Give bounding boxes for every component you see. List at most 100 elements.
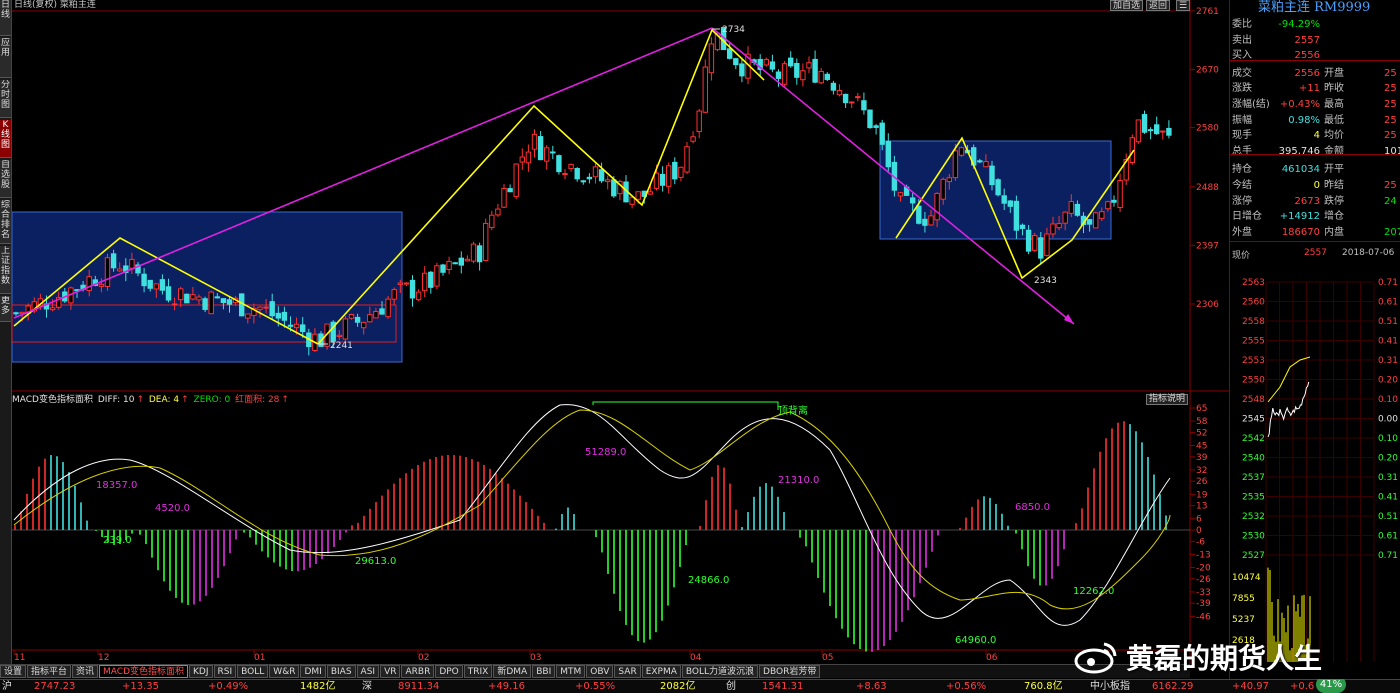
quote-value: 0.98%	[1288, 114, 1320, 126]
candle-body	[1025, 229, 1032, 252]
intraday-label: 现价	[1232, 251, 1251, 261]
tab-10[interactable]: ASI	[356, 665, 380, 678]
tab-22[interactable]: DBOR岩芳带	[759, 665, 821, 678]
quote-row: 总手 395,746 金额 101.0	[1230, 144, 1400, 159]
weibo-logo-icon	[1074, 642, 1117, 674]
cy-value: 1541.31	[762, 681, 804, 692]
candle-body	[586, 176, 593, 180]
candle-body	[983, 161, 989, 168]
tab-9[interactable]: BIAS	[326, 665, 356, 678]
candle-body	[263, 306, 269, 309]
candle-body	[702, 66, 708, 113]
kline-chart[interactable]: 2761 2670 2580 2488 2397 2306 2734 2241 2343 65 58…	[0, 0, 1229, 664]
tab-4[interactable]: KDJ	[189, 665, 213, 678]
tab-5[interactable]: RSI	[213, 665, 237, 678]
quote-row: 涨停 2673 跌停 24	[1230, 194, 1400, 209]
tab-16[interactable]: BBI	[532, 665, 556, 678]
tab-6[interactable]: BOLL	[237, 665, 269, 678]
area-value-label: 12262.0	[1073, 586, 1114, 597]
candle-body	[165, 286, 172, 301]
date-axis-label: 12	[98, 653, 109, 663]
tab-11[interactable]: VR	[380, 665, 401, 678]
tab-3[interactable]: MACD变色指标面积	[99, 665, 189, 678]
sidebar-item-1[interactable]: 应用	[0, 38, 11, 78]
candle-body	[1141, 114, 1148, 133]
mini-price-line	[1267, 381, 1310, 438]
candle-body	[1099, 211, 1105, 219]
date-axis-label: 01	[254, 653, 265, 663]
indicator-explain-button[interactable]: 指标说明	[1146, 394, 1189, 405]
sidebar-item-4[interactable]: 自选股	[0, 160, 11, 198]
mini-price-label: 2540	[1242, 454, 1265, 464]
macd-axis-label: 45	[1196, 442, 1207, 452]
tab-1[interactable]: 指标平台	[27, 665, 72, 678]
mini-vol-label: 5237	[1232, 615, 1255, 625]
candle-body	[836, 89, 843, 96]
tab-15[interactable]: 新DMA	[493, 665, 532, 678]
tab-7[interactable]: W&R	[269, 665, 300, 678]
candle-body	[775, 71, 782, 79]
candle-body	[428, 271, 434, 288]
quote-value: 395,746	[1278, 145, 1320, 157]
candle-body	[13, 312, 19, 315]
candle-body	[269, 301, 275, 317]
candle-body	[1117, 180, 1123, 209]
tab-21[interactable]: BOLL力道波沉浪	[681, 665, 759, 678]
quote-row: 今结 0 昨结 25	[1230, 178, 1400, 193]
mini-pct-label: 0.61	[1378, 298, 1398, 308]
tab-18[interactable]: OBV	[586, 665, 614, 678]
tab-2[interactable]: 资讯	[72, 665, 99, 678]
sidebar-item-7[interactable]: 更多	[0, 296, 11, 322]
sh-change: +13.35	[122, 681, 160, 692]
tab-8[interactable]: DMI	[300, 665, 326, 678]
sidebar-item-6[interactable]: 上证指数	[0, 246, 11, 294]
red-area-value: 红面积: 28	[235, 395, 280, 405]
sidebar-item-5[interactable]: 综合排名	[0, 200, 11, 244]
trading-app: 2761 2670 2580 2488 2397 2306 2734 2241 2343 65 58…	[0, 0, 1400, 693]
sidebar-item-0[interactable]: 日线	[0, 0, 11, 36]
back-button[interactable]: 返回	[1146, 0, 1171, 11]
candle-body	[208, 291, 214, 315]
quote-value: 2556	[1294, 67, 1320, 79]
red-area-up-arrow-icon: ↑	[281, 395, 289, 405]
candle-body	[281, 311, 288, 321]
mini-price-label: 2555	[1242, 337, 1265, 347]
quote-label-2: 最低	[1324, 114, 1344, 126]
tab-13[interactable]: DPO	[435, 665, 463, 678]
indicator-name[interactable]: MACD变色指标面积	[12, 395, 93, 405]
quote-value-2: 2070	[1384, 226, 1400, 238]
candle-body	[385, 298, 391, 318]
quote-row: 涨跌 +11 昨收 25	[1230, 81, 1400, 96]
mini-pct-label: 0.20	[1378, 454, 1398, 464]
quote-value-2: 25	[1384, 67, 1397, 79]
candle-body	[1038, 237, 1044, 259]
intraday-chart[interactable]: 2563 0.71 2560 0.61 2558 0.51 2555 0.41 2553 0.31…	[1230, 262, 1400, 662]
cy-label: 创	[726, 681, 736, 692]
tab-19[interactable]: SAR	[614, 665, 641, 678]
menu-icon[interactable]: ☰	[1176, 0, 1191, 11]
candle-body	[129, 258, 135, 269]
macd-axis-label: 26	[1196, 477, 1208, 487]
tab-12[interactable]: ARBR	[401, 665, 435, 678]
tab-14[interactable]: TRIX	[463, 665, 493, 678]
add-favorite-button[interactable]: 加自选	[1110, 0, 1144, 11]
mini-price-label: 2542	[1242, 434, 1265, 444]
tab-0[interactable]: 设置	[0, 665, 27, 678]
price-axis-label: 2580	[1196, 124, 1219, 134]
sidebar-item-3[interactable]: K线图	[0, 120, 11, 158]
date-axis-label: 03	[530, 653, 541, 663]
candle-body	[556, 155, 562, 173]
candle-body	[806, 62, 812, 69]
mini-pct-label: 0.41	[1378, 337, 1398, 347]
quote-value-2: 24	[1384, 195, 1397, 207]
candle-body	[501, 187, 507, 208]
mini-pct-label: 0.31	[1378, 473, 1398, 483]
tab-17[interactable]: MTM	[556, 665, 586, 678]
intraday-date: 2018-07-06	[1342, 248, 1395, 258]
intraday-header: 现价 2557 2018-07-06	[1232, 248, 1400, 261]
quote-row: 外盘 186670 内盘 2070	[1230, 225, 1400, 240]
tab-20[interactable]: EXPMA	[641, 665, 681, 678]
quote-label-2: 昨收	[1324, 83, 1344, 95]
mini-pct-label: 0.71	[1378, 551, 1398, 561]
sidebar-item-2[interactable]: 分时图	[0, 80, 11, 118]
